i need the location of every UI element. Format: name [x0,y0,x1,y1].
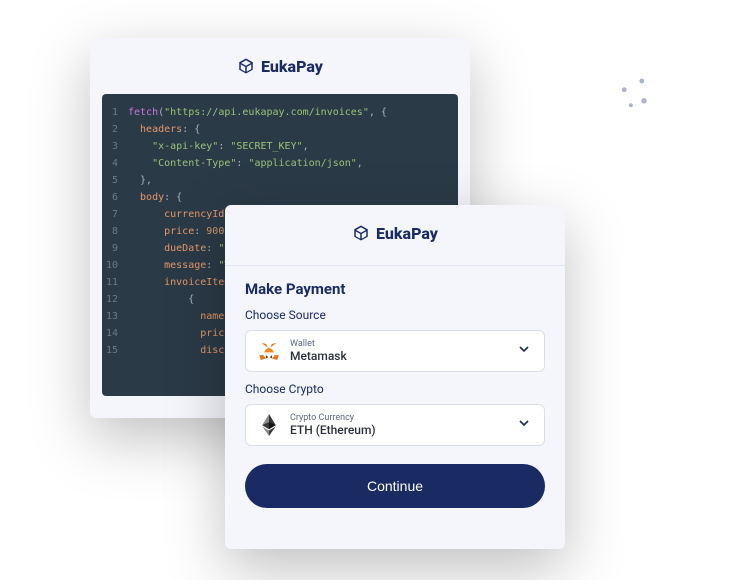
code-line: 4 "Content-Type": "application/json", [102,155,458,172]
brand-name: EukaPay [376,224,438,243]
crypto-value: ETH (Ethereum) [290,423,506,437]
ethereum-icon [258,414,280,436]
source-caption: Wallet [290,339,506,349]
crypto-caption: Crypto Currency [290,413,506,423]
source-label: Choose Source [245,308,545,322]
crypto-label: Choose Crypto [245,382,545,396]
payment-title: Make Payment [245,280,545,298]
code-line: 1fetch("https://api.eukapay.com/invoices… [102,104,458,121]
sparkle-icon [611,70,655,114]
eukapay-logo-icon [237,57,255,75]
card-header: EukaPay [225,205,565,261]
source-select[interactable]: Wallet Metamask [245,330,545,372]
continue-button[interactable]: Continue [245,464,545,508]
brand-name: EukaPay [261,57,323,76]
crypto-select[interactable]: Crypto Currency ETH (Ethereum) [245,404,545,446]
card-header: EukaPay [90,38,470,94]
code-line: 2 headers: { [102,121,458,138]
eukapay-logo-icon [352,224,370,242]
code-line: 6 body: { [102,189,458,206]
chevron-down-icon [516,415,532,435]
divider [225,265,565,266]
code-line: 3 "x-api-key": "SECRET_KEY", [102,138,458,155]
source-value: Metamask [290,349,506,363]
metamask-icon [258,340,280,362]
payment-card: EukaPay Make Payment Choose Source Walle [225,205,565,549]
code-line: 5 }, [102,172,458,189]
chevron-down-icon [516,341,532,361]
